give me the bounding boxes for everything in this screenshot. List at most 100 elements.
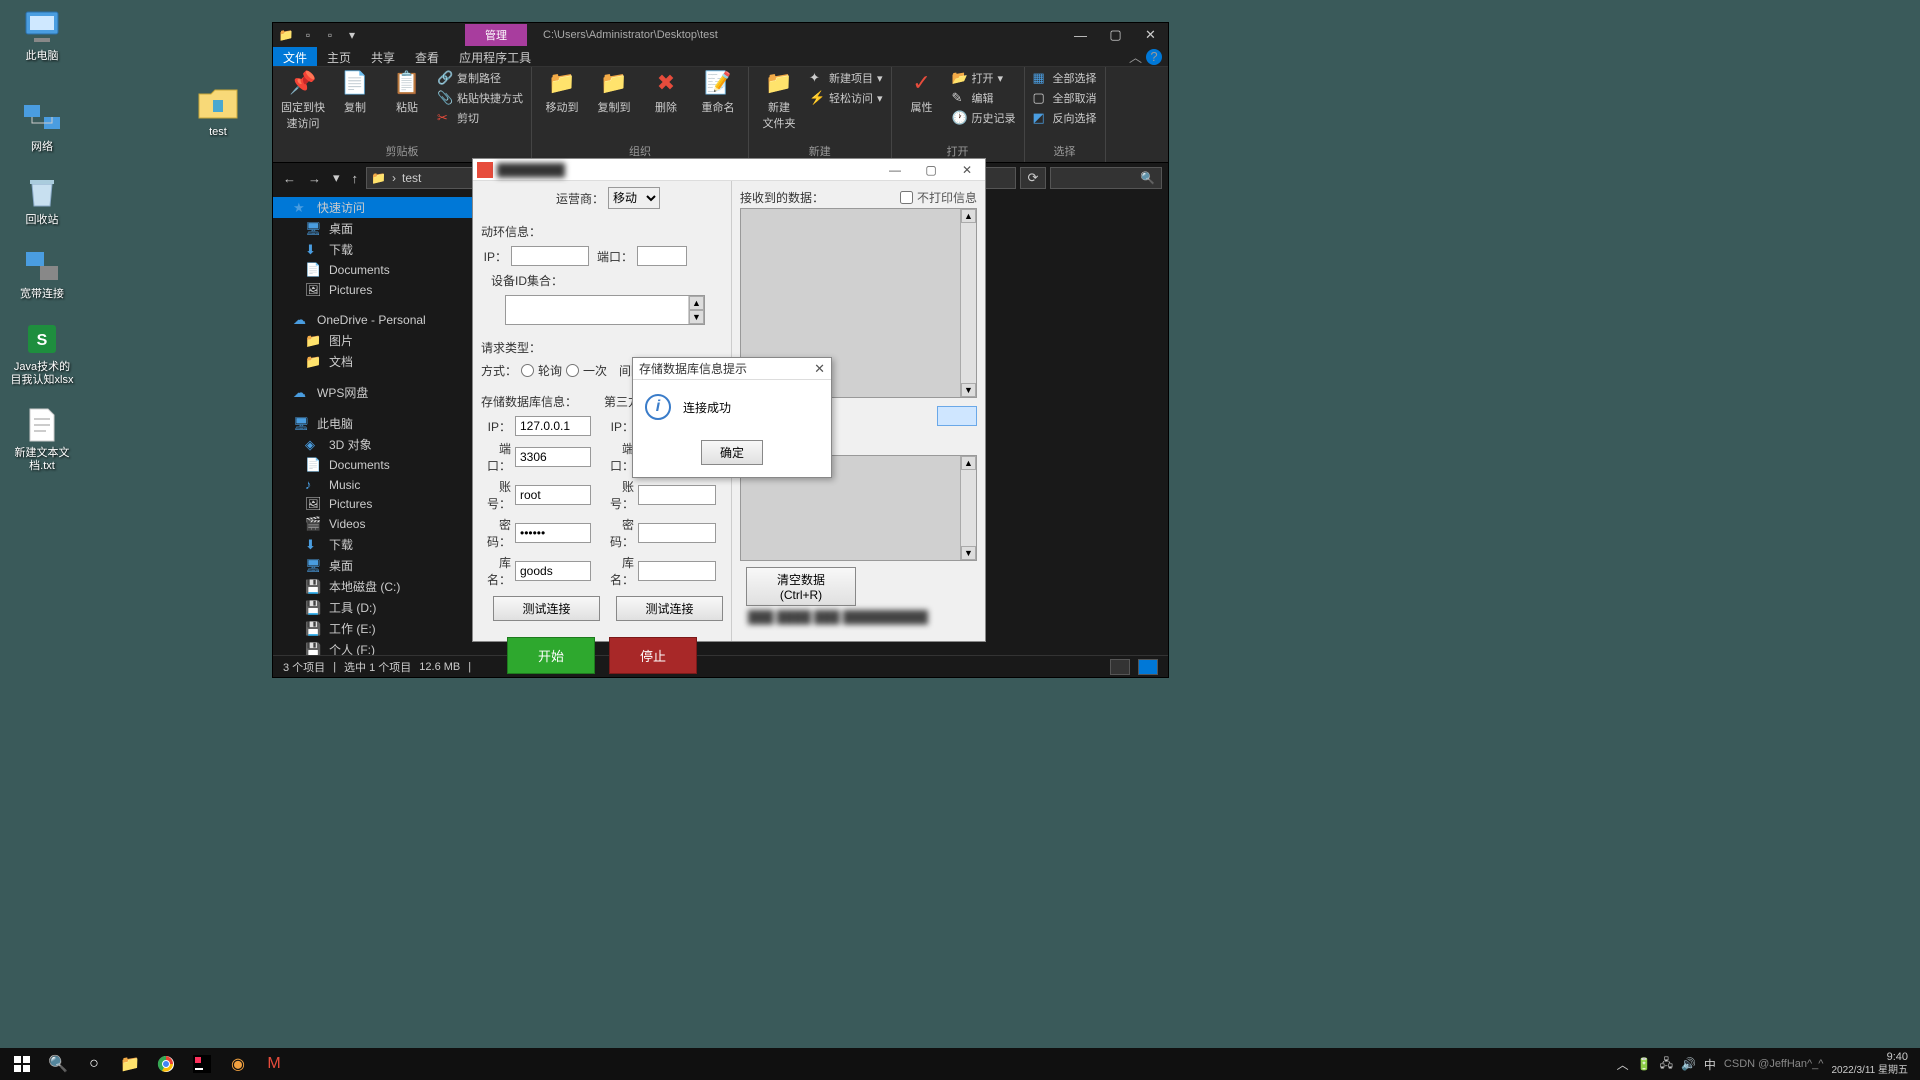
explorer-titlebar[interactable]: 📁 ▫ ▫ ▾ 管理 C:\Users\Administrator\Deskto…	[273, 23, 1168, 47]
tab-view[interactable]: 查看	[405, 47, 449, 66]
sidebar-item-videos[interactable]: 🎬Videos	[273, 514, 473, 534]
history-dropdown[interactable]: ▾	[329, 168, 344, 188]
help-icon[interactable]: ?	[1146, 49, 1162, 65]
minimize-button[interactable]: —	[877, 159, 913, 181]
up-button[interactable]: ↑	[348, 169, 363, 188]
sidebar-item-downloads[interactable]: ⬇下载	[273, 239, 473, 260]
manage-tab[interactable]: 管理	[465, 24, 527, 46]
paste-shortcut-button[interactable]: 📎粘贴快捷方式	[435, 89, 525, 107]
start-button[interactable]: 开始	[507, 637, 595, 674]
sidebar-item-disk-c[interactable]: 💾本地磁盘 (C:)	[273, 576, 473, 597]
tp-password-input[interactable]	[638, 523, 716, 543]
sidebar-item-disk-d[interactable]: 💾工具 (D:)	[273, 597, 473, 618]
db-ip-input[interactable]	[515, 416, 591, 436]
desktop-icon-this-pc[interactable]: 此电脑	[8, 8, 76, 63]
properties-button[interactable]: ✓属性	[898, 69, 946, 115]
copy-path-button[interactable]: 🔗复制路径	[435, 69, 525, 87]
sidebar-item-pictures2[interactable]: 📁图片	[273, 330, 473, 351]
sidebar-item-documents[interactable]: 📄Documents	[273, 260, 473, 280]
collapse-ribbon-icon[interactable]: ︿	[1129, 47, 1142, 66]
tab-home[interactable]: 主页	[317, 47, 361, 66]
idea-taskbar-button[interactable]	[184, 1048, 220, 1080]
ok-button[interactable]: 确定	[701, 440, 763, 465]
select-all-button[interactable]: ▦全部选择	[1031, 69, 1099, 87]
carrier-select[interactable]: 移动	[608, 187, 660, 209]
maximize-button[interactable]: ▢	[913, 159, 949, 181]
delete-button[interactable]: ✖删除	[642, 69, 690, 115]
test-conn-button-2[interactable]: 测试连接	[616, 596, 723, 621]
sidebar-item-desktop2[interactable]: 🖥桌面	[273, 555, 473, 576]
minimize-button[interactable]: —	[1063, 23, 1098, 47]
copy-to-button[interactable]: 📁复制到	[590, 69, 638, 115]
invert-selection-button[interactable]: ◩反向选择	[1031, 109, 1099, 127]
app2-taskbar-button[interactable]: M	[256, 1048, 292, 1080]
tp-account-input[interactable]	[638, 485, 716, 505]
sidebar-item-desktop[interactable]: 🖥桌面	[273, 218, 473, 239]
sidebar-item-this-pc[interactable]: 🖥此电脑	[273, 413, 473, 434]
desktop-icon-txt[interactable]: 新建文本文 档.txt	[8, 405, 76, 473]
chrome-taskbar-button[interactable]	[148, 1048, 184, 1080]
view-details-button[interactable]	[1110, 659, 1130, 675]
db-account-input[interactable]	[515, 485, 591, 505]
cut-button[interactable]: ✂剪切	[435, 109, 525, 127]
test-conn-button-1[interactable]: 测试连接	[493, 596, 600, 621]
view-icons-button[interactable]	[1138, 659, 1158, 675]
cortana-button[interactable]: ○	[76, 1048, 112, 1080]
refresh-button[interactable]: ⟳	[1020, 167, 1046, 189]
desktop-icon-broadband[interactable]: 宽带连接	[8, 246, 76, 301]
search-box[interactable]: 🔍	[1050, 167, 1162, 189]
paste-button[interactable]: 📋粘贴	[383, 69, 431, 115]
ring-ip-input[interactable]	[511, 246, 589, 266]
tray-battery-icon[interactable]: 🔋	[1637, 1057, 1652, 1071]
desktop-icon-test-folder[interactable]: test	[184, 84, 252, 139]
tp-dbname-input[interactable]	[638, 561, 716, 581]
new-item-button[interactable]: ✦新建项目▾	[807, 69, 885, 87]
pin-quick-access-button[interactable]: 📌固定到快 速访问	[279, 69, 327, 131]
device-ids-textarea[interactable]: ▲▼	[505, 295, 705, 325]
quick-access-icon[interactable]: ▫	[299, 26, 317, 44]
select-none-button[interactable]: ▢全部取消	[1031, 89, 1099, 107]
start-button[interactable]	[4, 1048, 40, 1080]
tray-chevron-icon[interactable]: ︿	[1617, 1056, 1629, 1073]
sidebar-item-onedrive[interactable]: ☁OneDrive - Personal	[273, 310, 473, 330]
desktop-icon-network[interactable]: 网络	[8, 99, 76, 154]
no-print-checkbox[interactable]	[900, 191, 913, 204]
radio-poll[interactable]	[521, 364, 534, 377]
sidebar-item-quick-access[interactable]: ★快速访问	[273, 197, 473, 218]
sidebar-item-music[interactable]: ♪Music	[273, 475, 473, 494]
close-button[interactable]: ✕	[1133, 23, 1168, 47]
db-port-input[interactable]	[515, 447, 591, 467]
sidebar-item-pictures3[interactable]: 🖼Pictures	[273, 494, 473, 514]
tab-share[interactable]: 共享	[361, 47, 405, 66]
history-button[interactable]: 🕐历史记录	[950, 109, 1018, 127]
radio-once[interactable]	[566, 364, 579, 377]
clear-data-button[interactable]: 清空数据 (Ctrl+R)	[746, 567, 856, 606]
tray-ime-icon[interactable]: 中	[1704, 1056, 1716, 1073]
maximize-button[interactable]: ▢	[1098, 23, 1133, 47]
forward-button[interactable]: →	[304, 169, 325, 188]
open-button[interactable]: 📂打开▾	[950, 69, 1018, 87]
app-titlebar[interactable]: ████████ — ▢ ✕	[473, 159, 985, 181]
clock[interactable]: 9:40 2022/3/11 星期五	[1831, 1051, 1908, 1076]
search-button[interactable]: 🔍	[40, 1048, 76, 1080]
edit-button[interactable]: ✎编辑	[950, 89, 1018, 107]
sidebar-item-documents2[interactable]: 📄Documents	[273, 455, 473, 475]
dropdown-icon[interactable]: ▾	[343, 26, 361, 44]
stop-button[interactable]: 停止	[609, 637, 697, 674]
sidebar-item-wps[interactable]: ☁WPS网盘	[273, 382, 473, 403]
desktop-icon-excel[interactable]: S Java技术的 目我认知xlsx	[8, 319, 76, 387]
msgbox-titlebar[interactable]: 存储数据库信息提示 ✕	[633, 358, 831, 380]
tab-file[interactable]: 文件	[273, 47, 317, 66]
new-folder-button[interactable]: 📁新建 文件夹	[755, 69, 803, 131]
copy-button[interactable]: 📄复制	[331, 69, 379, 115]
easy-access-button[interactable]: ⚡轻松访问▾	[807, 89, 885, 107]
ring-port-input[interactable]	[637, 246, 687, 266]
sidebar-item-disk-e[interactable]: 💾工作 (E:)	[273, 618, 473, 639]
sidebar-item-3d[interactable]: ◈3D 对象	[273, 434, 473, 455]
action-button[interactable]	[937, 406, 977, 426]
sidebar-item-docs2[interactable]: 📁文档	[273, 351, 473, 372]
rename-button[interactable]: 📝重命名	[694, 69, 742, 115]
desktop-icon-recycle[interactable]: 回收站	[8, 172, 76, 227]
db-password-input[interactable]	[515, 523, 591, 543]
db-name-input[interactable]	[515, 561, 591, 581]
